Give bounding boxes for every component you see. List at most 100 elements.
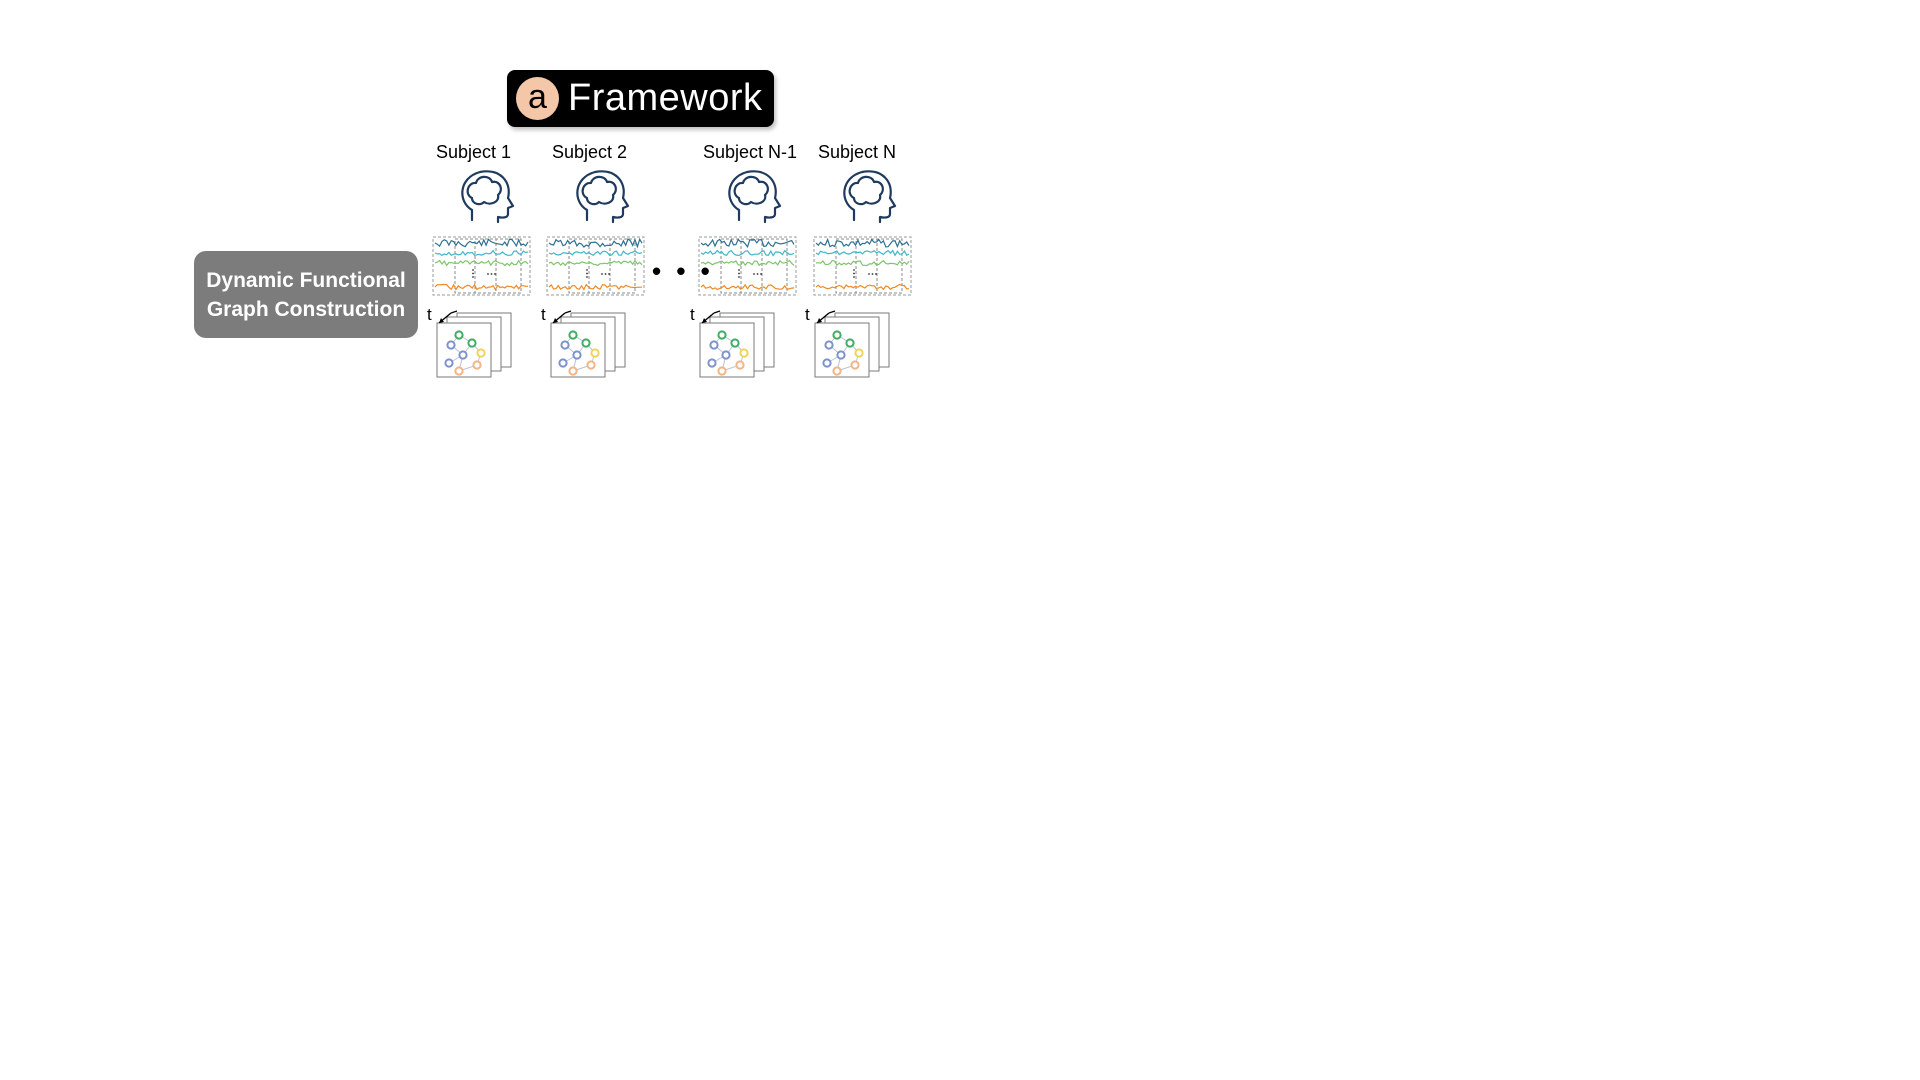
graph-node bbox=[558, 358, 568, 368]
bold-signal-panel bbox=[698, 236, 797, 296]
signal-trace bbox=[434, 238, 529, 248]
signal-trace bbox=[815, 237, 910, 249]
graph-node bbox=[709, 340, 719, 350]
horizontal-ellipsis-dot bbox=[490, 273, 493, 275]
signal-trace bbox=[548, 259, 643, 267]
brain-outline bbox=[466, 175, 502, 206]
signal-trace bbox=[434, 259, 529, 267]
graph-node bbox=[472, 360, 482, 370]
horizontal-ellipsis-dot bbox=[756, 273, 759, 275]
graph-snapshot-stack: t bbox=[805, 305, 890, 378]
graph-node bbox=[845, 338, 855, 348]
horizontal-ellipsis-dot bbox=[487, 273, 489, 275]
head-icon bbox=[728, 170, 782, 224]
graph-node bbox=[832, 366, 842, 376]
brain-outline bbox=[733, 175, 769, 206]
horizontal-ellipsis-dot bbox=[608, 273, 610, 275]
graph-node bbox=[590, 348, 600, 358]
time-axis-label: t bbox=[427, 305, 432, 324]
graph-snapshot-stack: t bbox=[427, 305, 512, 378]
signal-trace bbox=[548, 283, 642, 291]
vertical-ellipsis-dot bbox=[738, 272, 740, 275]
graph-node bbox=[832, 330, 842, 340]
graph-node bbox=[572, 350, 582, 360]
horizontal-ellipsis-dot bbox=[868, 273, 870, 275]
signal-trace bbox=[815, 283, 910, 291]
graph-node bbox=[454, 330, 464, 340]
vertical-ellipsis-dot bbox=[853, 272, 855, 275]
signal-trace bbox=[700, 238, 795, 249]
graph-node bbox=[444, 358, 454, 368]
graph-node bbox=[822, 358, 832, 368]
graph-node bbox=[446, 340, 456, 350]
signal-trace bbox=[815, 249, 910, 257]
graph-node bbox=[458, 350, 468, 360]
time-axis-tick bbox=[713, 310, 721, 314]
graph-snapshot-stack: t bbox=[690, 305, 775, 378]
graph-node bbox=[824, 340, 834, 350]
graph-node bbox=[476, 348, 486, 358]
signal-trace bbox=[700, 283, 795, 291]
signal-trace bbox=[700, 259, 795, 267]
graph-node bbox=[568, 330, 578, 340]
brain-outline bbox=[848, 175, 884, 206]
graph-node bbox=[707, 358, 717, 368]
subject-column-1: t bbox=[427, 170, 531, 378]
subject-column-4: t bbox=[805, 170, 912, 378]
signal-trace bbox=[434, 283, 529, 291]
graph-node bbox=[836, 350, 846, 360]
vertical-ellipsis-dot bbox=[586, 269, 588, 271]
bold-signal-panel bbox=[546, 236, 645, 296]
graph-snapshot-stack: t bbox=[541, 305, 626, 378]
graph-node bbox=[850, 360, 860, 370]
vertical-ellipsis-dot bbox=[853, 269, 855, 271]
head-icon bbox=[461, 170, 515, 224]
vertical-ellipsis-dot bbox=[586, 272, 588, 275]
horizontal-ellipsis-dot bbox=[760, 273, 762, 275]
vertical-ellipsis-dot bbox=[738, 276, 740, 278]
vertical-ellipsis-dot bbox=[472, 269, 474, 271]
horizontal-ellipsis-dot bbox=[875, 273, 877, 275]
graph-node bbox=[560, 340, 570, 350]
graph-node bbox=[735, 360, 745, 370]
graph-node bbox=[721, 350, 731, 360]
vertical-ellipsis-dot bbox=[853, 276, 855, 278]
graph-node bbox=[581, 338, 591, 348]
vertical-ellipsis-dot bbox=[738, 269, 740, 271]
horizontal-ellipsis-dot bbox=[601, 273, 603, 275]
graph-node bbox=[730, 338, 740, 348]
graph-node bbox=[739, 348, 749, 358]
graph-node bbox=[717, 366, 727, 376]
graph-node bbox=[454, 366, 464, 376]
horizontal-ellipsis-dot bbox=[604, 273, 607, 275]
time-axis-tick bbox=[828, 310, 836, 314]
vertical-ellipsis-dot bbox=[586, 276, 588, 278]
time-axis-tick bbox=[564, 310, 572, 314]
head-icon bbox=[843, 170, 897, 224]
graph-node bbox=[586, 360, 596, 370]
horizontal-ellipsis-dot bbox=[753, 273, 755, 275]
sliding-window-frame bbox=[588, 238, 636, 294]
subject-column-2: t bbox=[541, 170, 645, 378]
time-axis-label: t bbox=[805, 305, 810, 324]
signal-trace bbox=[548, 250, 643, 257]
signal-trace bbox=[700, 249, 795, 257]
horizontal-ellipsis-dot bbox=[871, 273, 874, 275]
signal-trace bbox=[815, 259, 910, 267]
graph-node bbox=[467, 338, 477, 348]
graph-node bbox=[717, 330, 727, 340]
subject-pipeline-graphics: tttt bbox=[427, 170, 912, 378]
time-axis-tick bbox=[450, 310, 458, 314]
signal-trace bbox=[434, 249, 529, 257]
vertical-ellipsis-dot bbox=[472, 272, 474, 275]
time-axis-label: t bbox=[541, 305, 546, 324]
vertical-ellipsis-dot bbox=[472, 276, 474, 278]
sliding-window-frame bbox=[855, 238, 903, 294]
time-axis-label: t bbox=[690, 305, 695, 324]
graph-node bbox=[854, 348, 864, 358]
bold-signal-panel bbox=[813, 236, 912, 296]
bold-signal-panel bbox=[432, 236, 531, 296]
head-icon bbox=[576, 170, 630, 224]
subject-column-3: t bbox=[690, 170, 797, 378]
graph-node bbox=[568, 366, 578, 376]
